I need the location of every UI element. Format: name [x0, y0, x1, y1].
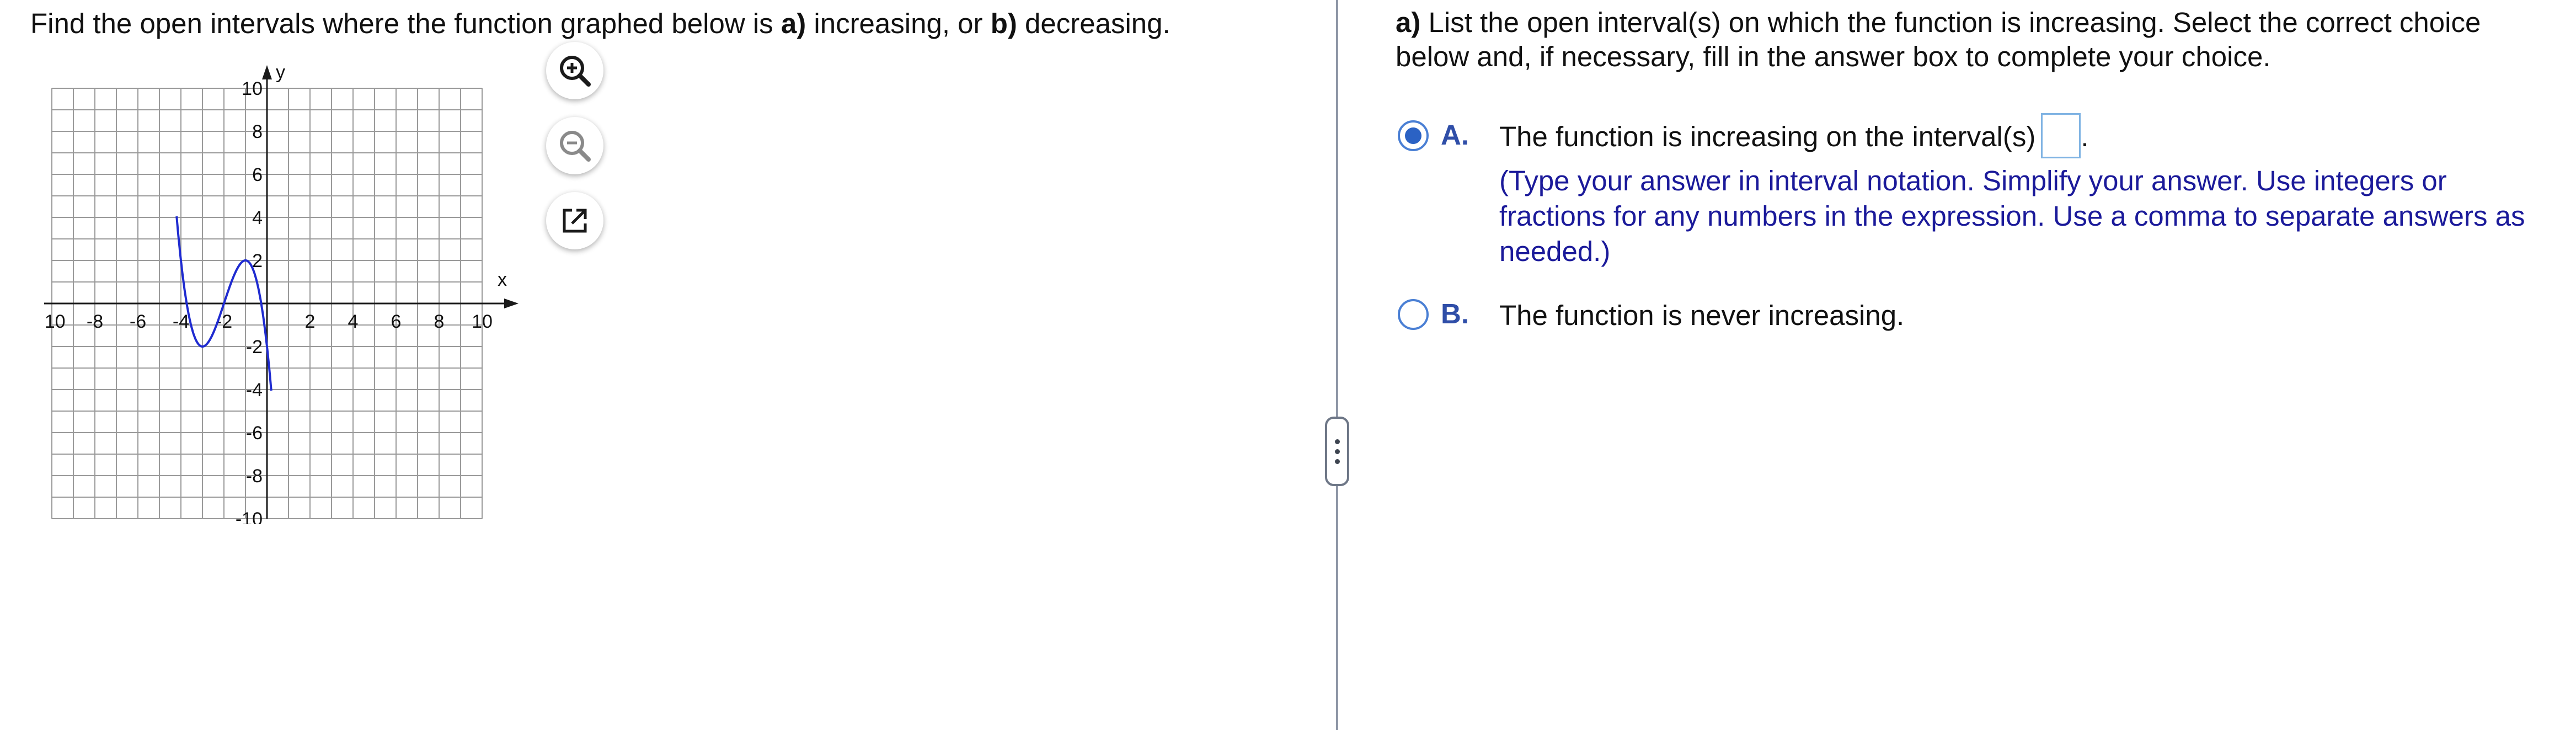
x-tick-label: -4	[173, 311, 189, 332]
zoom-out-icon	[560, 131, 591, 162]
choice-a-radio[interactable]	[1398, 120, 1429, 151]
part-b-text: decreasing.	[1017, 8, 1171, 39]
popout-button[interactable]	[546, 192, 603, 249]
y-tick-label: 8	[252, 121, 263, 142]
external-link-icon	[563, 209, 587, 233]
function-graph: xy-10-8-6-4-2246810108642-2-4-6-8-10	[35, 44, 574, 530]
choice-a-text: The function is increasing on the interv…	[1499, 121, 2036, 152]
zoom-in-icon	[560, 56, 591, 87]
y-tick-label: -6	[246, 423, 263, 444]
y-tick-label: 6	[252, 164, 263, 185]
x-tick-label: 8	[434, 311, 445, 332]
x-tick-label: 4	[348, 311, 359, 332]
x-tick-label: 2	[305, 311, 316, 332]
choice-b-letter: B.	[1441, 298, 1469, 329]
y-tick-label: -2	[246, 337, 263, 358]
zoom-in-button[interactable]	[546, 42, 603, 99]
y-tick-label: 4	[252, 207, 263, 228]
x-tick-label: -10	[44, 311, 66, 332]
y-tick-label: 10	[242, 78, 263, 99]
part-a-prompt: a) List the open interval(s) on which th…	[1396, 6, 2559, 74]
y-tick-label: -8	[246, 466, 263, 487]
y-tick-label: -10	[236, 509, 263, 524]
x-tick-label: -8	[87, 311, 103, 332]
part-a-marker: a)	[781, 8, 806, 39]
y-axis-label: y	[276, 62, 285, 83]
x-axis-arrow	[504, 299, 519, 308]
part-a-text: increasing, or	[806, 8, 991, 39]
graph-canvas: xy-10-8-6-4-2246810108642-2-4-6-8-10	[35, 62, 519, 530]
x-tick-label: 10	[472, 311, 493, 332]
interval-answer-box[interactable]	[2041, 113, 2081, 158]
x-axis-label: x	[498, 269, 507, 290]
part-b-marker: b)	[990, 8, 1017, 39]
choice-b-text: The function is never increasing.	[1499, 300, 1905, 331]
question-prefix: Find the open intervals where the functi…	[30, 8, 781, 39]
choice-a-hint: (Type your answer in interval notation. …	[1499, 165, 2525, 267]
choice-a-letter: A.	[1441, 119, 1469, 151]
choice-a-trailing: .	[2081, 121, 2089, 152]
answer-pane: a) List the open interval(s) on which th…	[1337, 0, 2576, 730]
choice-b-radio[interactable]	[1398, 299, 1429, 330]
zoom-out-button[interactable]	[546, 117, 603, 174]
choice-a-statement: The function is increasing on the interv…	[1499, 113, 2089, 158]
x-tick-label: -6	[130, 311, 146, 332]
question-text: Find the open intervals where the functi…	[30, 4, 1171, 43]
part-a-marker: a)	[1396, 7, 1421, 38]
part-a-prompt-text: List the open interval(s) on which the f…	[1396, 7, 2481, 72]
x-tick-label: 6	[391, 311, 402, 332]
y-axis-arrow	[262, 65, 272, 79]
question-pane: Find the open intervals where the functi…	[0, 0, 1337, 730]
y-tick-label: -4	[246, 380, 263, 401]
